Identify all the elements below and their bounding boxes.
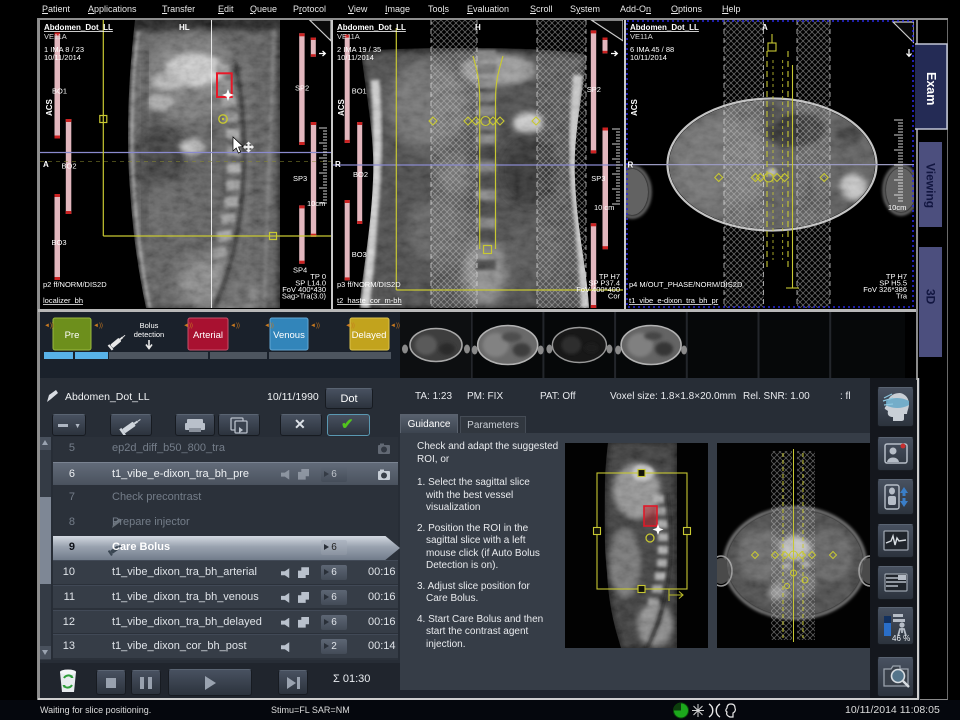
svg-text:46 %: 46 % bbox=[892, 634, 910, 643]
svg-text:ACS: ACS bbox=[630, 98, 639, 116]
svg-text:Delayed: Delayed bbox=[352, 330, 387, 341]
svg-text:10/11/2014: 10/11/2014 bbox=[337, 53, 374, 62]
svg-text:detection: detection bbox=[134, 330, 164, 339]
svg-text:◄)): ◄)) bbox=[230, 323, 240, 329]
svg-text:BO1: BO1 bbox=[352, 87, 367, 96]
svg-text:t2_haste_cor_m-bh: t2_haste_cor_m-bh bbox=[337, 296, 402, 305]
svg-text:ACS: ACS bbox=[337, 98, 346, 116]
svg-text:localizer_bh: localizer_bh bbox=[43, 296, 83, 305]
svg-text:10cm: 10cm bbox=[307, 199, 325, 208]
svg-text:VE11A: VE11A bbox=[44, 32, 67, 41]
svg-text:Viewing: Viewing bbox=[924, 163, 938, 208]
svg-text:10/11/2014: 10/11/2014 bbox=[44, 53, 81, 62]
svg-text:Abdomen_Dot_LL: Abdomen_Dot_LL bbox=[337, 23, 406, 32]
svg-text:10 cm: 10 cm bbox=[594, 203, 614, 212]
svg-text:SP3: SP3 bbox=[591, 174, 605, 183]
svg-text:◄)): ◄)) bbox=[264, 323, 274, 329]
svg-text:SP2: SP2 bbox=[587, 85, 601, 94]
svg-text:BO3: BO3 bbox=[52, 238, 67, 247]
svg-text:BO2: BO2 bbox=[353, 170, 368, 179]
svg-text:R: R bbox=[628, 161, 634, 170]
svg-text:A: A bbox=[762, 23, 768, 32]
svg-text:◄)): ◄)) bbox=[44, 323, 54, 329]
svg-text:VE11A: VE11A bbox=[337, 32, 360, 41]
svg-text:3D: 3D bbox=[924, 289, 938, 305]
svg-text:p4 M/OUT_PHASE/NORM/DIS2D: p4 M/OUT_PHASE/NORM/DIS2D bbox=[629, 280, 743, 289]
svg-text:p2 ff/NORM/DIS2D: p2 ff/NORM/DIS2D bbox=[43, 280, 107, 289]
svg-text:Arterial: Arterial bbox=[193, 330, 223, 341]
svg-text:SP2: SP2 bbox=[295, 84, 309, 93]
svg-text:Abdomen_Dot_LL: Abdomen_Dot_LL bbox=[630, 23, 699, 32]
svg-text:Bolus: Bolus bbox=[140, 321, 159, 330]
svg-text:Sag>Tra(3.0): Sag>Tra(3.0) bbox=[282, 292, 327, 301]
svg-text:◄)): ◄)) bbox=[310, 323, 320, 329]
svg-text:BO2: BO2 bbox=[62, 162, 77, 171]
svg-text:SP4: SP4 bbox=[293, 266, 307, 275]
svg-text:p3 ff/NORM/DIS2D: p3 ff/NORM/DIS2D bbox=[337, 280, 401, 289]
svg-text:Cor: Cor bbox=[608, 292, 621, 301]
svg-text:A: A bbox=[43, 160, 49, 169]
svg-text:10cm: 10cm bbox=[888, 203, 906, 212]
svg-text:VE11A: VE11A bbox=[630, 32, 653, 41]
svg-text:ACS: ACS bbox=[45, 98, 54, 116]
svg-text:◄)): ◄)) bbox=[93, 323, 103, 329]
svg-text:◄)): ◄)) bbox=[345, 323, 355, 329]
svg-text:Exam: Exam bbox=[924, 72, 938, 105]
svg-text:BO3: BO3 bbox=[352, 250, 367, 259]
svg-text:H: H bbox=[475, 23, 481, 32]
svg-text:Abdomen_Dot_LL: Abdomen_Dot_LL bbox=[44, 23, 113, 32]
svg-text:Pre: Pre bbox=[65, 330, 80, 341]
svg-text:◄)): ◄)) bbox=[183, 323, 193, 329]
svg-text:HL: HL bbox=[179, 23, 190, 32]
svg-text:◄)): ◄)) bbox=[390, 323, 400, 329]
svg-text:10/11/2014: 10/11/2014 bbox=[630, 53, 667, 62]
svg-text:t1_vibe_e-dixon_tra_bh_pr: t1_vibe_e-dixon_tra_bh_pr bbox=[629, 296, 719, 305]
svg-text:BO1: BO1 bbox=[52, 87, 67, 96]
svg-text:R: R bbox=[335, 160, 341, 169]
svg-text:Venous: Venous bbox=[273, 330, 305, 341]
svg-text:SP3: SP3 bbox=[293, 174, 307, 183]
